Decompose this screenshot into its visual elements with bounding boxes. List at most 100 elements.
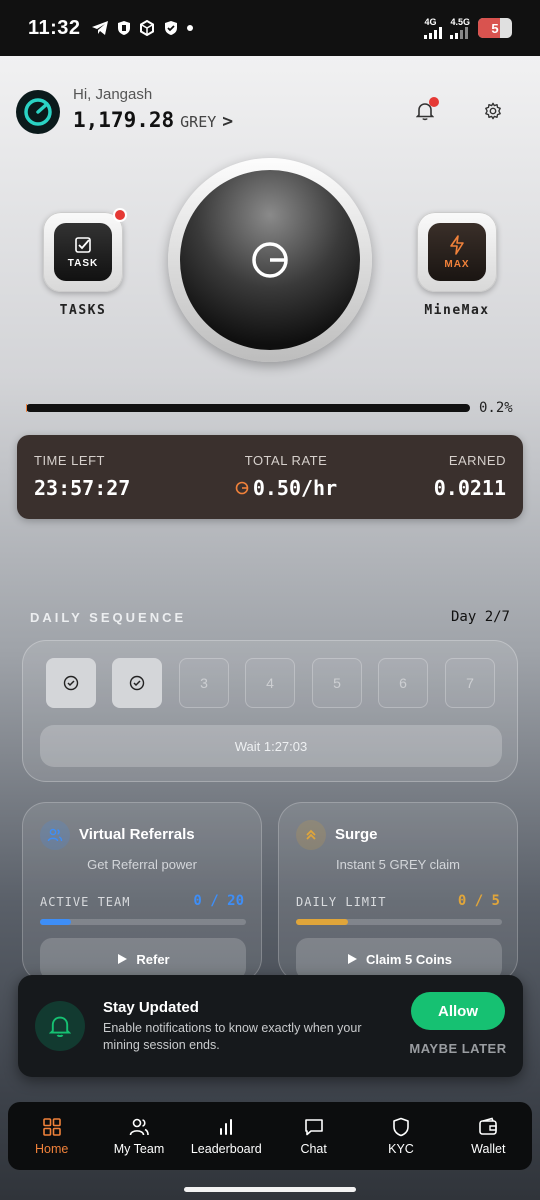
minemax-button-label: MAX bbox=[444, 258, 470, 270]
balance-link[interactable]: 1,179.28 GREY > bbox=[73, 108, 233, 132]
active-team-value: 0 / 20 bbox=[193, 893, 244, 909]
verified-shield-icon bbox=[164, 21, 177, 35]
header: Hi, Jangash 1,179.28 GREY > bbox=[16, 86, 524, 146]
minemax-caption: MineMax bbox=[424, 303, 490, 318]
claim-coins-button[interactable]: Claim 5 Coins bbox=[296, 938, 502, 980]
progress-track bbox=[26, 404, 470, 412]
referrals-subtitle: Get Referral power bbox=[87, 857, 197, 872]
nav-leaderboard-label: Leaderboard bbox=[190, 1142, 262, 1156]
wait-claim-button[interactable]: Wait 1:27:03 bbox=[40, 725, 502, 767]
referrals-title: Virtual Referrals bbox=[79, 826, 195, 843]
balance-value: 1,179.28 bbox=[73, 108, 175, 132]
total-rate-value: 0.50/hr bbox=[252, 476, 338, 500]
notifications-button[interactable] bbox=[410, 96, 440, 126]
battery-indicator: 5 bbox=[478, 18, 512, 38]
progress-fill bbox=[26, 404, 27, 412]
referrals-icon-badge bbox=[40, 820, 70, 850]
time-left-value: 23:57:27 bbox=[34, 476, 131, 500]
nav-kyc[interactable]: KYC bbox=[357, 1102, 444, 1170]
tasks-badge-dot bbox=[113, 208, 127, 222]
total-rate-label: TOTAL RATE bbox=[244, 453, 328, 468]
play-icon bbox=[348, 954, 358, 964]
dot-indicator bbox=[186, 25, 193, 31]
mining-button-ring bbox=[168, 158, 372, 362]
check-circle-icon bbox=[129, 675, 145, 691]
active-team-bar bbox=[40, 919, 246, 925]
home-grid-icon bbox=[42, 1118, 61, 1136]
logo-icon bbox=[24, 98, 52, 126]
virtual-referrals-card: Virtual Referrals Get Referral power ACT… bbox=[22, 802, 262, 982]
day-6: 6 bbox=[378, 658, 428, 708]
session-stats-card: TIME LEFT 23:57:27 TOTAL RATE 0.50/hr EA… bbox=[17, 435, 523, 519]
daily-limit-value: 0 / 5 bbox=[457, 893, 500, 909]
day-3: 3 bbox=[179, 658, 229, 708]
wallet-icon bbox=[479, 1117, 498, 1135]
time-left-stat: TIME LEFT 23:57:27 bbox=[34, 453, 130, 500]
nav-my-team-label: My Team bbox=[113, 1142, 165, 1156]
maybe-later-button[interactable]: MAYBE LATER bbox=[406, 1041, 510, 1056]
grey-logo-icon bbox=[252, 242, 288, 278]
checkbox-icon bbox=[75, 236, 91, 253]
check-circle-icon bbox=[63, 675, 79, 691]
status-time: 11:32 bbox=[28, 16, 81, 39]
notification-body: Enable notifications to know exactly whe… bbox=[103, 1021, 362, 1052]
daily-limit-label: DAILY LIMIT bbox=[296, 895, 387, 909]
tasks-caption: TASKS bbox=[59, 303, 107, 318]
telegram-icon bbox=[91, 21, 108, 35]
network-45g: 4.5G bbox=[450, 17, 470, 39]
leaderboard-icon bbox=[220, 1119, 233, 1135]
refer-button-label: Refer bbox=[136, 951, 170, 967]
mining-progress: 0.2% bbox=[26, 400, 516, 416]
team-icon bbox=[129, 1118, 149, 1136]
nav-home[interactable]: Home bbox=[8, 1102, 95, 1170]
nav-wallet[interactable]: Wallet bbox=[445, 1102, 532, 1170]
shield-app-icon bbox=[117, 21, 130, 35]
settings-button[interactable] bbox=[478, 96, 508, 126]
gesture-home-bar[interactable] bbox=[184, 1187, 356, 1192]
nav-wallet-label: Wallet bbox=[471, 1142, 506, 1156]
nav-chat[interactable]: Chat bbox=[270, 1102, 357, 1170]
network-4g: 4G bbox=[424, 17, 443, 39]
daily-limit-bar bbox=[296, 919, 502, 925]
nav-leaderboard[interactable]: Leaderboard bbox=[183, 1102, 270, 1170]
double-chevron-up-icon bbox=[306, 829, 316, 840]
tasks-button-label: TASK bbox=[67, 257, 99, 269]
surge-card: Surge Instant 5 GREY claim DAILY LIMIT 0… bbox=[278, 802, 518, 982]
notification-icon-badge bbox=[35, 1001, 85, 1051]
minemax-button[interactable]: MAX bbox=[417, 212, 497, 292]
chat-icon bbox=[304, 1119, 323, 1136]
lightning-icon bbox=[450, 234, 464, 255]
nav-chat-label: Chat bbox=[300, 1142, 327, 1156]
refer-button[interactable]: Refer bbox=[40, 938, 246, 980]
time-left-label: TIME LEFT bbox=[34, 453, 105, 468]
grey-coin-icon bbox=[235, 481, 249, 495]
day-2-done bbox=[112, 658, 162, 708]
surge-icon-badge bbox=[296, 820, 326, 850]
day-5: 5 bbox=[312, 658, 362, 708]
earned-value: 0.0211 bbox=[433, 476, 506, 500]
start-mining-button[interactable] bbox=[180, 170, 360, 350]
daily-limit-bar-fill bbox=[296, 919, 348, 925]
bottom-nav: Home My Team Leaderboard Chat KYC Wallet bbox=[8, 1102, 532, 1170]
status-bar: 11:32 4G 4.5G 5 bbox=[0, 0, 540, 56]
tasks-button[interactable]: TASK bbox=[43, 208, 127, 292]
balance-unit: GREY bbox=[180, 113, 217, 131]
app-logo[interactable] bbox=[16, 90, 60, 134]
daily-sequence-title: DAILY SEQUENCE bbox=[30, 610, 187, 625]
day-1-done bbox=[46, 658, 96, 708]
people-icon bbox=[47, 828, 63, 842]
allow-button[interactable]: Allow bbox=[411, 992, 505, 1030]
earned-label: EARNED bbox=[448, 453, 506, 468]
active-team-label: ACTIVE TEAM bbox=[40, 895, 131, 909]
nav-kyc-label: KYC bbox=[388, 1142, 414, 1156]
nav-home-label: Home bbox=[34, 1142, 69, 1156]
notification-title: Stay Updated bbox=[103, 999, 199, 1016]
nav-my-team[interactable]: My Team bbox=[95, 1102, 182, 1170]
daily-sequence-panel: 3 4 5 6 7 Wait 1:27:03 bbox=[22, 640, 518, 782]
daily-sequence-day: Day 2/7 bbox=[450, 609, 510, 625]
gear-icon bbox=[485, 102, 501, 120]
progress-text: 0.2% bbox=[479, 400, 513, 416]
total-rate-stat: TOTAL RATE 0.50/hr bbox=[221, 453, 351, 500]
claim-coins-button-label: Claim 5 Coins bbox=[366, 951, 452, 967]
play-icon bbox=[118, 954, 128, 964]
